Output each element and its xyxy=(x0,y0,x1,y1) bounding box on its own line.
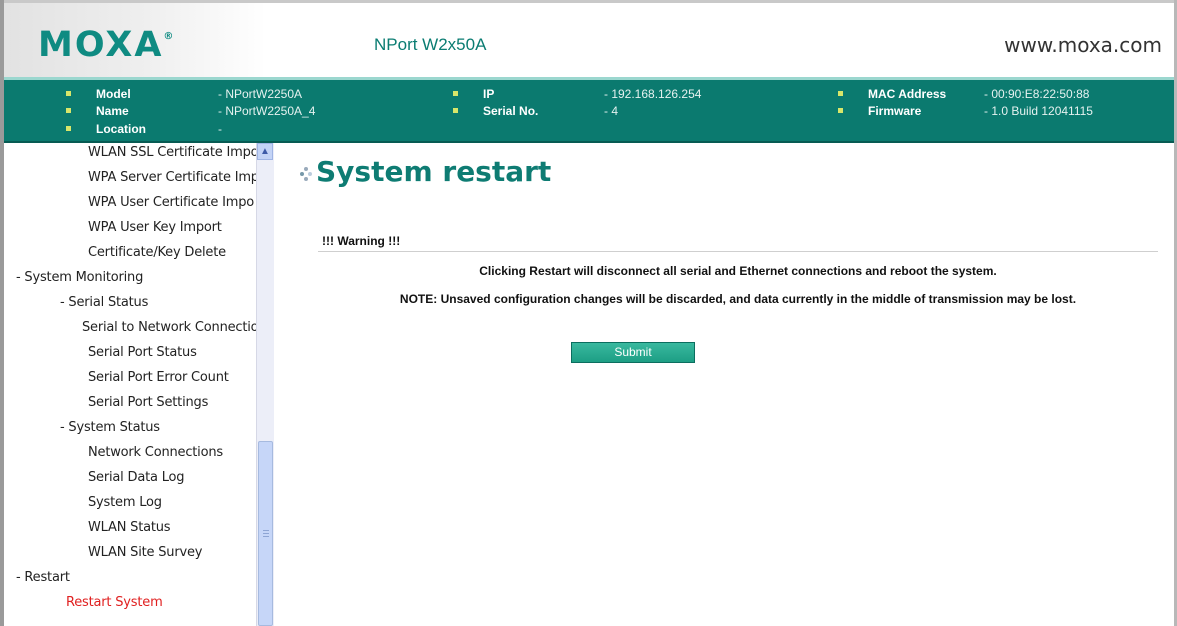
header: MOXA® NPort W2x50A www.moxa.com xyxy=(4,3,1174,77)
page-title: System restart xyxy=(316,155,552,188)
nav-group-system-status[interactable]: - System Status xyxy=(60,420,160,435)
name-label: Name xyxy=(96,104,129,118)
sidebar-nav: WLAN SSL Certificate Impo WPA Server Cer… xyxy=(4,143,256,626)
nav-group-restart[interactable]: - Restart xyxy=(16,570,70,585)
model-label: Model xyxy=(96,87,131,101)
ip-value: - 192.168.126.254 xyxy=(604,87,702,101)
divider xyxy=(318,251,1158,252)
scroll-up-arrow-icon[interactable]: ▲ xyxy=(257,143,273,160)
serial-no-value: - 4 xyxy=(604,104,619,118)
nav-item-restart-system[interactable]: Restart System xyxy=(66,595,163,610)
moxa-logo: MOXA® xyxy=(38,25,173,65)
sidebar-scrollbar[interactable]: ▲ xyxy=(256,143,274,626)
nav-item-wpa-server-certificate-import[interactable]: WPA Server Certificate Imp xyxy=(88,170,256,185)
mac-address-value: - 00:90:E8:22:50:88 xyxy=(984,87,1090,101)
registered-mark: ® xyxy=(163,31,174,42)
location-value: - xyxy=(218,122,222,136)
nav-group-serial-status[interactable]: - Serial Status xyxy=(60,295,148,310)
nav-item-wlan-status[interactable]: WLAN Status xyxy=(88,520,171,535)
bullet-icon xyxy=(66,91,71,96)
nav-item-serial-port-status[interactable]: Serial Port Status xyxy=(88,345,197,360)
title-dots-icon xyxy=(298,165,314,183)
bullet-icon xyxy=(453,108,458,113)
firmware-label: Firmware xyxy=(868,104,922,118)
mac-address-label: MAC Address xyxy=(868,87,947,101)
firmware-value: - 1.0 Build 12041115 xyxy=(984,104,1093,118)
nav-item-serial-port-error-count[interactable]: Serial Port Error Count xyxy=(88,370,229,385)
bullet-icon xyxy=(66,108,71,113)
product-name: NPort W2x50A xyxy=(374,35,487,54)
grip-line xyxy=(263,530,269,531)
bullet-icon xyxy=(453,91,458,96)
main-content: System restart !!! Warning !!! Clicking … xyxy=(274,143,1174,626)
unsaved-changes-note: NOTE: Unsaved configuration changes will… xyxy=(399,292,1077,306)
website-link[interactable]: www.moxa.com xyxy=(1004,33,1162,57)
model-value: - NPortW2250A xyxy=(218,87,303,101)
location-label: Location xyxy=(96,122,146,136)
logo-text: MOXA xyxy=(38,25,164,65)
restart-disconnect-message: Clicking Restart will disconnect all ser… xyxy=(479,264,997,278)
submit-button[interactable]: Submit xyxy=(571,342,695,363)
bullet-icon xyxy=(838,108,843,113)
bullet-icon xyxy=(838,91,843,96)
device-info-band: Model - NPortW2250A Name - NPortW2250A_4… xyxy=(4,77,1174,143)
scrollbar-thumb[interactable] xyxy=(258,441,273,626)
nav-item-certificate-key-delete[interactable]: Certificate/Key Delete xyxy=(88,245,226,260)
nav-item-network-connections[interactable]: Network Connections xyxy=(88,445,223,460)
nav-item-wpa-user-key-import[interactable]: WPA User Key Import xyxy=(88,220,222,235)
nav-item-wlan-site-survey[interactable]: WLAN Site Survey xyxy=(88,545,202,560)
name-value: - NPortW2250A_4 xyxy=(218,104,316,118)
nav-item-serial-port-settings[interactable]: Serial Port Settings xyxy=(88,395,208,410)
grip-line xyxy=(263,536,269,537)
nav-item-wlan-ssl-certificate-import[interactable]: WLAN SSL Certificate Impo xyxy=(88,145,256,160)
nav-item-system-log[interactable]: System Log xyxy=(88,495,162,510)
nav-item-serial-to-network-connections[interactable]: Serial to Network Connectio xyxy=(82,320,256,335)
warning-heading: !!! Warning !!! xyxy=(322,234,401,248)
nav-item-wpa-user-certificate-import[interactable]: WPA User Certificate Impo xyxy=(88,195,254,210)
serial-no-label: Serial No. xyxy=(483,104,539,118)
grip-line xyxy=(263,533,269,534)
ip-label: IP xyxy=(483,87,495,101)
bullet-icon xyxy=(66,126,71,131)
logo-area: MOXA® xyxy=(4,3,266,77)
nav-item-serial-data-log[interactable]: Serial Data Log xyxy=(88,470,185,485)
nav-group-system-monitoring[interactable]: - System Monitoring xyxy=(16,270,143,285)
